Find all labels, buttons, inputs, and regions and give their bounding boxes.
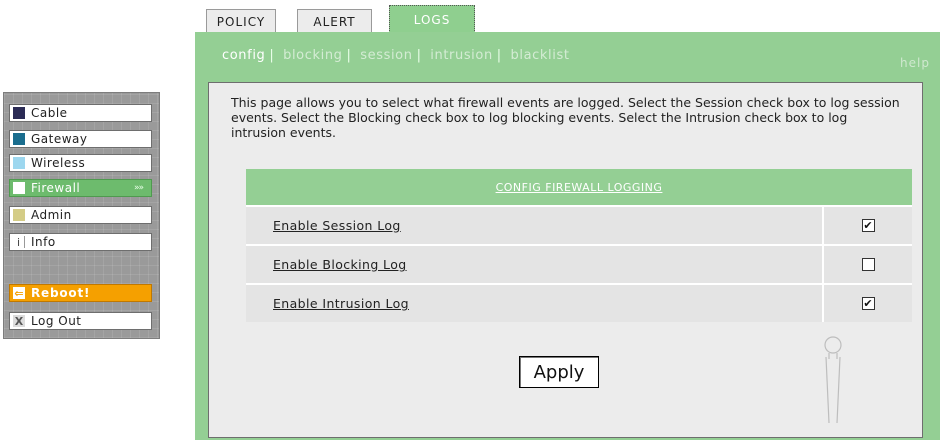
sidebar-item-admin[interactable]: Admin (9, 206, 152, 224)
session-log-label: Enable Session Log (273, 218, 401, 233)
sidebar-item-label: Log Out (31, 314, 82, 328)
separator: | (416, 48, 422, 63)
separator: | (269, 48, 275, 63)
session-log-checkbox[interactable]: ✔ (861, 219, 875, 232)
table-row: Enable Blocking Log (246, 244, 912, 283)
content-box: This page allows you to select what fire… (208, 82, 923, 438)
subnav-blacklist[interactable]: blacklist (511, 48, 570, 63)
gateway-swatch-icon (13, 133, 25, 145)
sidebar-nav: Cable Gateway Wireless Firewall »» Admin… (3, 92, 160, 339)
tab-policy[interactable]: POLICY (206, 9, 276, 33)
info-icon: i (13, 236, 25, 249)
sidebar-item-label: Wireless (31, 156, 86, 170)
wireless-swatch-icon (13, 157, 25, 169)
sidebar-item-label: Reboot! (31, 286, 91, 300)
sidebar-item-label: Gateway (31, 132, 88, 146)
separator: | (496, 48, 502, 63)
chevron-right-icon: »» (133, 183, 144, 193)
table-header: CONFIG FIREWALL LOGGING (246, 169, 912, 205)
logging-table: CONFIG FIREWALL LOGGING Enable Session L… (246, 169, 912, 322)
sidebar-item-firewall[interactable]: Firewall »» (9, 179, 152, 197)
sidebar-item-label: Firewall (31, 181, 81, 195)
firewall-swatch-icon (13, 182, 25, 194)
table-row: Enable Intrusion Log ✔ (246, 283, 912, 322)
table-row: Enable Session Log ✔ (246, 205, 912, 244)
sidebar-item-reboot[interactable]: ⇐ Reboot! (9, 284, 152, 302)
subnav: config | blocking | session | intrusion | bl… (222, 48, 570, 63)
sidebar-item-info[interactable]: i Info (9, 233, 152, 251)
subnav-blocking[interactable]: blocking (283, 48, 342, 63)
sidebar-item-label: Info (31, 235, 56, 249)
table-title: CONFIG FIREWALL LOGGING (495, 180, 663, 194)
decorative-figure-icon (824, 336, 842, 424)
help-link[interactable]: help (900, 56, 930, 70)
sidebar-item-logout[interactable]: X Log Out (9, 312, 152, 330)
sidebar-item-gateway[interactable]: Gateway (9, 130, 152, 148)
tab-alert[interactable]: ALERT (297, 9, 372, 33)
subnav-config[interactable]: config (222, 48, 265, 63)
blocking-log-checkbox[interactable] (861, 258, 875, 271)
apply-button[interactable]: Apply (519, 356, 599, 388)
intrusion-log-label: Enable Intrusion Log (273, 296, 409, 311)
reboot-icon: ⇐ (13, 286, 25, 300)
subnav-session[interactable]: session (360, 48, 412, 63)
close-icon: X (13, 314, 25, 328)
sidebar-item-cable[interactable]: Cable (9, 104, 152, 122)
main-panel: config | blocking | session | intrusion | bl… (195, 32, 940, 440)
sidebar-item-label: Admin (31, 208, 72, 222)
intrusion-log-checkbox[interactable]: ✔ (861, 297, 875, 310)
intro-text: This page allows you to select what fire… (231, 95, 900, 140)
tab-logs[interactable]: LOGS (389, 5, 475, 33)
cable-swatch-icon (13, 107, 25, 119)
sidebar-item-wireless[interactable]: Wireless (9, 154, 152, 172)
separator: | (346, 48, 352, 63)
sidebar-item-label: Cable (31, 106, 68, 120)
subnav-intrusion[interactable]: intrusion (430, 48, 493, 63)
admin-swatch-icon (13, 209, 25, 221)
blocking-log-label: Enable Blocking Log (273, 257, 407, 272)
